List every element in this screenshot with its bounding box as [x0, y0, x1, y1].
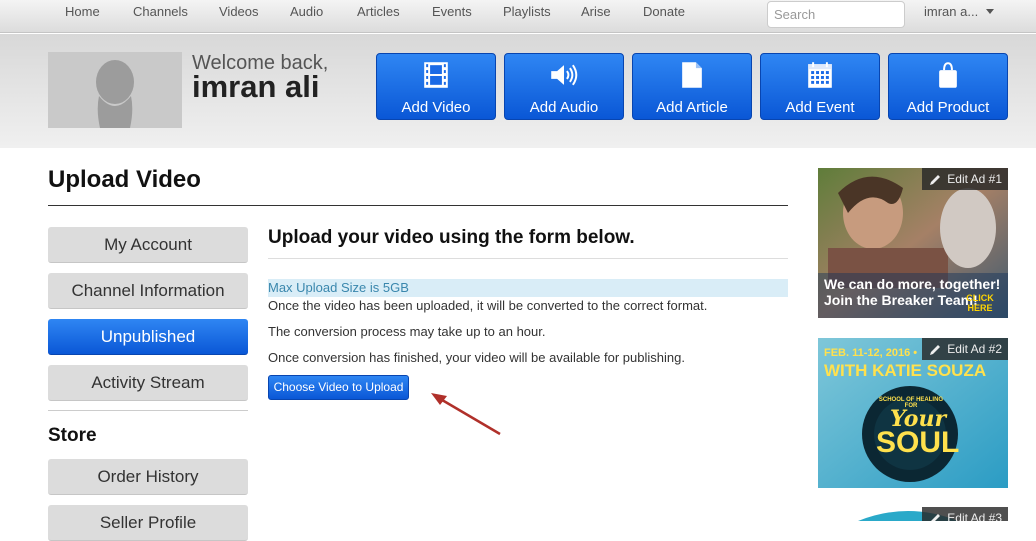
add-article-label: Add Article [656, 99, 728, 116]
shopping-bag-icon [939, 62, 957, 88]
sidebar-item-seller-profile[interactable]: Seller Profile [48, 505, 248, 541]
ad-2-word-2: SOUL [876, 426, 960, 459]
add-event-button[interactable]: Add Event [760, 53, 880, 120]
pencil-icon [930, 175, 941, 185]
pencil-icon [930, 345, 941, 355]
ad-1-line-1: We can do more, together! [824, 276, 1001, 292]
search-input[interactable] [767, 1, 905, 28]
person-silhouette-icon [96, 60, 134, 128]
sidebar-item-activity-stream[interactable]: Activity Stream [48, 365, 248, 401]
document-icon [682, 62, 702, 88]
top-navbar: Home Channels Videos Audio Articles Even… [0, 0, 1036, 33]
edit-ad-3-label: Edit Ad #3 [947, 511, 1002, 521]
speaker-icon [551, 64, 578, 86]
upload-form-title: Upload your video using the form below. [268, 227, 635, 248]
caret-down-icon [986, 9, 995, 14]
divider [48, 205, 788, 206]
add-video-label: Add Video [401, 99, 471, 116]
edit-ad-2-button[interactable]: Edit Ad #2 [922, 338, 1008, 360]
store-heading: Store [48, 425, 97, 446]
sidebar-item-channel-information[interactable]: Channel Information [48, 273, 248, 309]
sidebar-divider [48, 410, 248, 411]
edit-ad-2-label: Edit Ad #2 [947, 342, 1002, 356]
add-product-button[interactable]: Add Product [888, 53, 1008, 120]
ad-banner-1[interactable]: We can do more, together! Join the Break… [818, 168, 1008, 318]
add-article-button[interactable]: Add Article [632, 53, 752, 120]
ad-1-cta: CLICK HERE [966, 293, 994, 313]
upload-info-line-2: The conversion process may take up to an… [268, 324, 546, 339]
dashboard-header: Welcome back, imran ali Add Video Add Au… [0, 34, 1036, 148]
user-menu-label: imran a... [924, 4, 979, 19]
sidebar-item-unpublished[interactable]: Unpublished [48, 319, 248, 355]
nav-arise[interactable]: Arise [581, 4, 611, 19]
nav-articles[interactable]: Articles [357, 4, 400, 19]
add-audio-label: Add Audio [529, 99, 599, 116]
nav-videos[interactable]: Videos [219, 4, 259, 19]
sidebar-item-my-account[interactable]: My Account [48, 227, 248, 263]
nav-playlists[interactable]: Playlists [503, 4, 551, 19]
username: imran ali [192, 69, 320, 104]
sidebar-item-order-history[interactable]: Order History [48, 459, 248, 495]
avatar [48, 52, 182, 128]
calendar-icon [808, 62, 832, 88]
ad-banner-2[interactable]: FEB. 11-12, 2016 • WITH KATIE SOUZA SCHO… [818, 338, 1008, 488]
page-title: Upload Video [48, 166, 201, 193]
upload-info-line-1: Once the video has been uploaded, it wil… [268, 298, 708, 313]
add-event-label: Add Event [785, 99, 855, 116]
add-product-label: Add Product [906, 99, 990, 116]
edit-ad-3-button[interactable]: Edit Ad #3 [922, 507, 1008, 521]
nav-audio[interactable]: Audio [290, 4, 323, 19]
ad-2-headline: WITH KATIE SOUZA [824, 361, 987, 380]
nav-events[interactable]: Events [432, 4, 472, 19]
ad-banner-3[interactable]: Edit Ad #3 [818, 507, 1008, 521]
edit-ad-1-button[interactable]: Edit Ad #1 [922, 168, 1008, 190]
annotation-arrow-icon [431, 393, 501, 436]
nav-home[interactable]: Home [65, 4, 100, 19]
pencil-icon [931, 514, 941, 521]
choose-video-button[interactable]: Choose Video to Upload [268, 375, 409, 400]
ad-1-line-2: Join the Breaker Team! [824, 292, 978, 308]
add-audio-button[interactable]: Add Audio [504, 53, 624, 120]
edit-ad-1-label: Edit Ad #1 [947, 172, 1002, 186]
upload-info-line-3: Once conversion has finished, your video… [268, 350, 685, 365]
user-menu[interactable]: imran a... [924, 4, 995, 19]
ad-2-date: FEB. 11-12, 2016 • [824, 347, 918, 359]
nav-donate[interactable]: Donate [643, 4, 685, 19]
content-divider [268, 258, 788, 259]
add-video-button[interactable]: Add Video [376, 53, 496, 120]
max-upload-size-notice: Max Upload Size is 5GB [268, 279, 788, 297]
film-icon [424, 62, 448, 88]
nav-channels[interactable]: Channels [133, 4, 188, 19]
